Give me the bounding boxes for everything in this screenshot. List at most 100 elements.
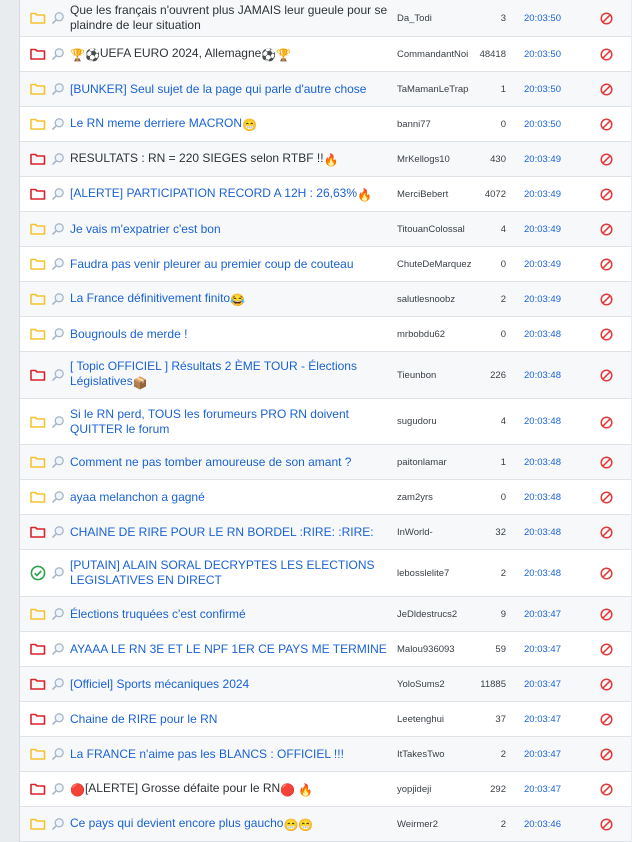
- last-message-time[interactable]: 20:03:48: [524, 416, 576, 427]
- magnifier-icon[interactable]: [51, 642, 65, 656]
- magnifier-icon[interactable]: [51, 257, 65, 271]
- last-message-time[interactable]: 20:03:50: [524, 13, 576, 24]
- delete-icon[interactable]: [600, 293, 613, 306]
- topic-link[interactable]: Ce pays qui devient encore plus gaucho 😁…: [70, 816, 392, 833]
- last-message-time[interactable]: 20:03:49: [524, 259, 576, 270]
- topic-link[interactable]: Élections truquées c'est confirmé: [70, 607, 392, 622]
- last-message-time[interactable]: 20:03:47: [524, 609, 576, 620]
- topic-row: 🏆⚽ UEFA EURO 2024, Allemagne ⚽🏆 Commandan…: [20, 37, 631, 72]
- delete-icon[interactable]: [600, 223, 613, 236]
- delete-icon[interactable]: [600, 783, 613, 796]
- magnifier-icon[interactable]: [51, 11, 65, 25]
- last-message-time[interactable]: 20:03:48: [524, 492, 576, 503]
- delete-icon[interactable]: [600, 567, 613, 580]
- topic-link[interactable]: [BUNKER] Seul sujet de la page qui parle…: [70, 82, 392, 97]
- magnifier-icon[interactable]: [51, 222, 65, 236]
- last-message-time[interactable]: 20:03:50: [524, 49, 576, 60]
- topic-link[interactable]: [Officiel] Sports mécaniques 2024: [70, 677, 392, 692]
- magnifier-icon[interactable]: [51, 368, 65, 382]
- delete-icon[interactable]: [600, 748, 613, 761]
- magnifier-icon[interactable]: [51, 677, 65, 691]
- last-message-time[interactable]: 20:03:46: [524, 819, 576, 830]
- magnifier-icon[interactable]: [51, 817, 65, 831]
- delete-icon[interactable]: [600, 328, 613, 341]
- delete-icon[interactable]: [600, 188, 613, 201]
- last-message-time[interactable]: 20:03:47: [524, 679, 576, 690]
- topic-title: La FRANCE n'aime pas les BLANCS : OFFICI…: [70, 746, 344, 761]
- topic-link[interactable]: La France définitivement finito 😂: [70, 291, 392, 308]
- last-message-time[interactable]: 20:03:47: [524, 714, 576, 725]
- delete-icon[interactable]: [600, 643, 613, 656]
- magnifier-icon[interactable]: [51, 82, 65, 96]
- topic-title: Faudra pas venir pleurer au premier coup…: [70, 256, 354, 271]
- delete-icon[interactable]: [600, 415, 613, 429]
- last-message-time[interactable]: 20:03:48: [524, 329, 576, 340]
- last-message-time[interactable]: 20:03:49: [524, 154, 576, 165]
- delete-icon[interactable]: [600, 491, 613, 504]
- topic-link[interactable]: Je vais m'expatrier c'est bon: [70, 222, 392, 237]
- delete-icon[interactable]: [600, 526, 613, 539]
- magnifier-icon[interactable]: [51, 117, 65, 131]
- topic-link[interactable]: Le RN meme derriere MACRON 😁: [70, 116, 392, 133]
- last-message-time[interactable]: 20:03:50: [524, 84, 576, 95]
- topic-link[interactable]: ayaa melanchon a gagné: [70, 490, 392, 505]
- magnifier-icon[interactable]: [51, 782, 65, 796]
- delete-icon[interactable]: [600, 818, 613, 831]
- magnifier-icon[interactable]: [51, 327, 65, 341]
- last-message-time[interactable]: 20:03:49: [524, 294, 576, 305]
- topic-link[interactable]: [ Topic OFFICIEL ] Résultats 2 ÈME TOUR …: [70, 359, 392, 391]
- topic-title: RESULTATS : RN = 220 SIEGES selon RTBF !…: [70, 150, 324, 165]
- topic-link[interactable]: 🏆⚽ UEFA EURO 2024, Allemagne ⚽🏆: [70, 46, 392, 63]
- topic-link[interactable]: Bougnouls de merde !: [70, 327, 392, 342]
- delete-icon[interactable]: [600, 678, 613, 691]
- delete-icon[interactable]: [600, 369, 613, 382]
- topic-link[interactable]: [ALERTE] PARTICIPATION RECORD A 12H : 26…: [70, 186, 392, 203]
- delete-icon[interactable]: [600, 153, 613, 166]
- magnifier-icon[interactable]: [51, 525, 65, 539]
- hot-folder-icon: [30, 47, 46, 60]
- topic-row: La France définitivement finito 😂 salutle…: [20, 282, 631, 317]
- topic-link[interactable]: AYAAA LE RN 3E ET LE NPF 1ER CE PAYS ME …: [70, 642, 392, 657]
- last-message-time[interactable]: 20:03:48: [524, 370, 576, 381]
- last-message-time[interactable]: 20:03:47: [524, 784, 576, 795]
- last-message-time[interactable]: 20:03:50: [524, 119, 576, 130]
- topic-row: Élections truquées c'est confirmé JeDldes…: [20, 597, 631, 632]
- magnifier-icon[interactable]: [51, 490, 65, 504]
- magnifier-icon[interactable]: [51, 747, 65, 761]
- magnifier-icon[interactable]: [51, 415, 65, 429]
- topic-link[interactable]: 🔴 [ALERTE] Grosse défaite pour le RN 🔴 🔥: [70, 781, 392, 798]
- magnifier-icon[interactable]: [51, 292, 65, 306]
- last-message-time[interactable]: 20:03:47: [524, 749, 576, 760]
- topic-link[interactable]: La FRANCE n'aime pas les BLANCS : OFFICI…: [70, 747, 392, 762]
- delete-icon[interactable]: [600, 608, 613, 621]
- last-message-time[interactable]: 20:03:48: [524, 568, 576, 579]
- delete-icon[interactable]: [600, 48, 613, 61]
- delete-icon[interactable]: [600, 12, 613, 25]
- delete-icon[interactable]: [600, 83, 613, 96]
- last-message-time[interactable]: 20:03:48: [524, 527, 576, 538]
- last-message-time[interactable]: 20:03:49: [524, 189, 576, 200]
- last-message-time[interactable]: 20:03:49: [524, 224, 576, 235]
- magnifier-icon[interactable]: [51, 47, 65, 61]
- last-message-time[interactable]: 20:03:48: [524, 457, 576, 468]
- topic-link[interactable]: RESULTATS : RN = 220 SIEGES selon RTBF !…: [70, 151, 392, 168]
- topic-link[interactable]: Chaine de RIRE pour le RN: [70, 712, 392, 727]
- topic-link[interactable]: Faudra pas venir pleurer au premier coup…: [70, 257, 392, 272]
- topic-link[interactable]: CHAINE DE RIRE POUR LE RN BORDEL :RIRE: …: [70, 525, 392, 540]
- magnifier-icon[interactable]: [51, 187, 65, 201]
- hot-folder-icon: [30, 152, 46, 165]
- magnifier-icon[interactable]: [51, 566, 65, 580]
- delete-icon[interactable]: [600, 258, 613, 271]
- magnifier-icon[interactable]: [51, 607, 65, 621]
- topic-link[interactable]: Si le RN perd, TOUS les forumeurs PRO RN…: [70, 407, 392, 437]
- last-message-time[interactable]: 20:03:47: [524, 644, 576, 655]
- magnifier-icon[interactable]: [51, 455, 65, 469]
- topic-link[interactable]: Comment ne pas tomber amoureuse de son a…: [70, 455, 392, 470]
- delete-icon[interactable]: [600, 118, 613, 131]
- delete-icon[interactable]: [600, 456, 613, 469]
- delete-icon[interactable]: [600, 713, 613, 726]
- topic-link[interactable]: Que les français n'ouvrent plus JAMAIS l…: [70, 3, 392, 33]
- topic-link[interactable]: [PUTAIN] ALAIN SORAL DECRYPTES LES ELECT…: [70, 558, 392, 588]
- magnifier-icon[interactable]: [51, 712, 65, 726]
- magnifier-icon[interactable]: [51, 152, 65, 166]
